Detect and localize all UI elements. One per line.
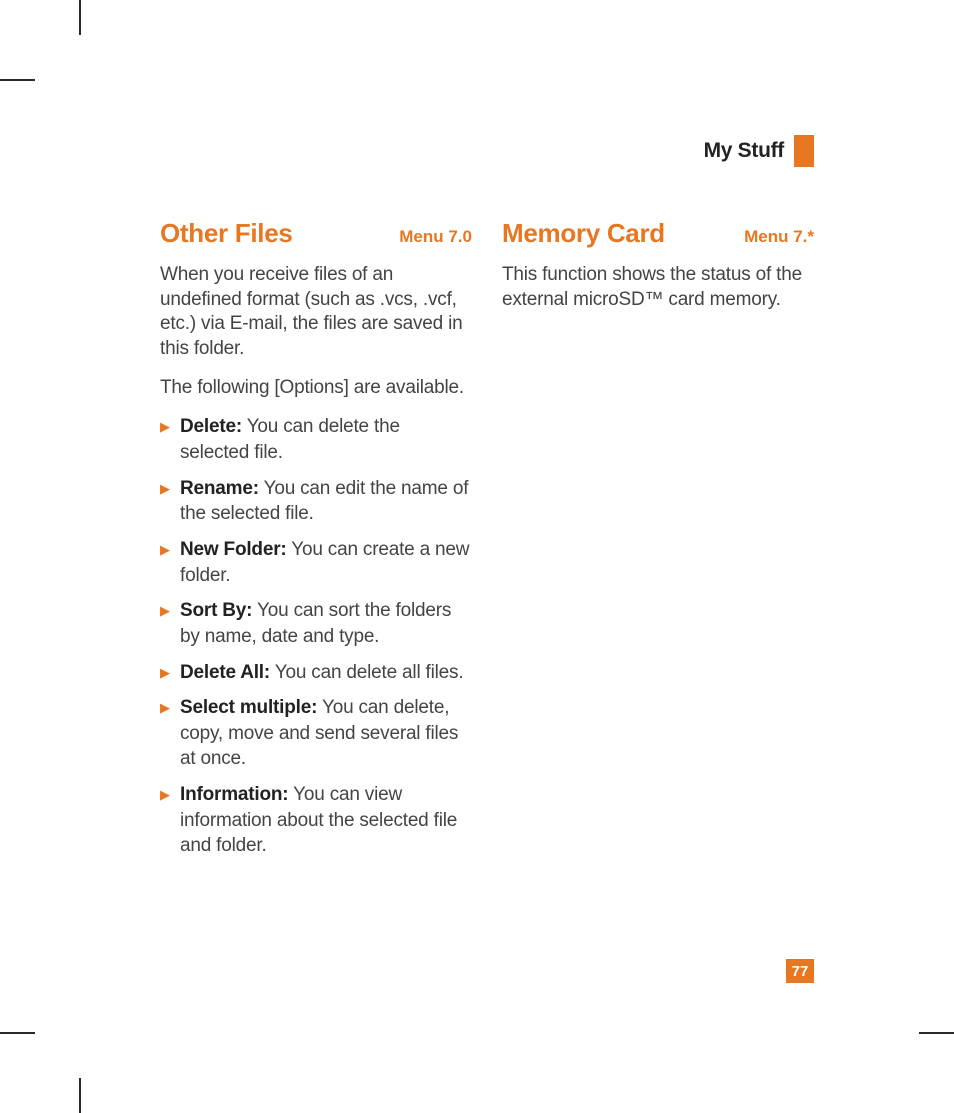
right-column: Memory Card Menu 7.* This function shows… <box>502 218 814 869</box>
triangle-bullet-icon: ▶ <box>160 699 170 717</box>
triangle-bullet-icon: ▶ <box>160 786 170 804</box>
crop-mark <box>919 1032 954 1034</box>
option-description: You can delete all files. <box>270 662 463 683</box>
section-menu-ref: Menu 7.* <box>744 227 814 247</box>
option-item: ▶Information: You can view information a… <box>160 782 472 859</box>
triangle-bullet-icon: ▶ <box>160 602 170 620</box>
page-number-value: 77 <box>792 963 809 980</box>
crop-mark <box>79 0 81 35</box>
options-list: ▶Delete: You can delete the selected fil… <box>160 414 472 859</box>
section-heading: Other Files Menu 7.0 <box>160 218 472 249</box>
section-title-memory-card: Memory Card <box>502 218 665 249</box>
option-item: ▶Sort By: You can sort the folders by na… <box>160 598 472 649</box>
option-item: ▶ Delete All: You can delete all files. <box>160 660 472 686</box>
option-label: Rename: <box>180 478 259 499</box>
option-item: ▶Select multiple: You can delete, copy, … <box>160 695 472 772</box>
option-item: ▶New Folder: You can create a new folder… <box>160 537 472 588</box>
page-header: My Stuff <box>704 135 814 167</box>
triangle-bullet-icon: ▶ <box>160 541 170 559</box>
options-intro: The following [Options] are available. <box>160 376 472 401</box>
header-accent-block <box>794 135 814 167</box>
option-label: Sort By: <box>180 600 252 621</box>
section-title-other-files: Other Files <box>160 218 293 249</box>
option-item: ▶Rename: You can edit the name of the se… <box>160 476 472 527</box>
page-number: 77 <box>786 959 814 983</box>
content-area: Other Files Menu 7.0 When you receive fi… <box>160 218 814 869</box>
option-label: Information: <box>180 784 288 805</box>
triangle-bullet-icon: ▶ <box>160 664 170 682</box>
left-column: Other Files Menu 7.0 When you receive fi… <box>160 218 472 869</box>
option-label: New Folder: <box>180 539 287 560</box>
crop-mark <box>0 1032 35 1034</box>
option-label: Select multiple: <box>180 697 317 718</box>
header-title: My Stuff <box>704 139 784 163</box>
section-menu-ref: Menu 7.0 <box>399 227 472 247</box>
crop-mark <box>79 1078 81 1113</box>
crop-mark <box>0 79 35 81</box>
section-heading: Memory Card Menu 7.* <box>502 218 814 249</box>
intro-paragraph: When you receive files of an undefined f… <box>160 263 472 362</box>
option-item: ▶Delete: You can delete the selected fil… <box>160 414 472 465</box>
triangle-bullet-icon: ▶ <box>160 480 170 498</box>
triangle-bullet-icon: ▶ <box>160 418 170 436</box>
option-label: Delete All: <box>180 662 270 683</box>
option-label: Delete: <box>180 416 242 437</box>
intro-paragraph: This function shows the status of the ex… <box>502 263 814 312</box>
